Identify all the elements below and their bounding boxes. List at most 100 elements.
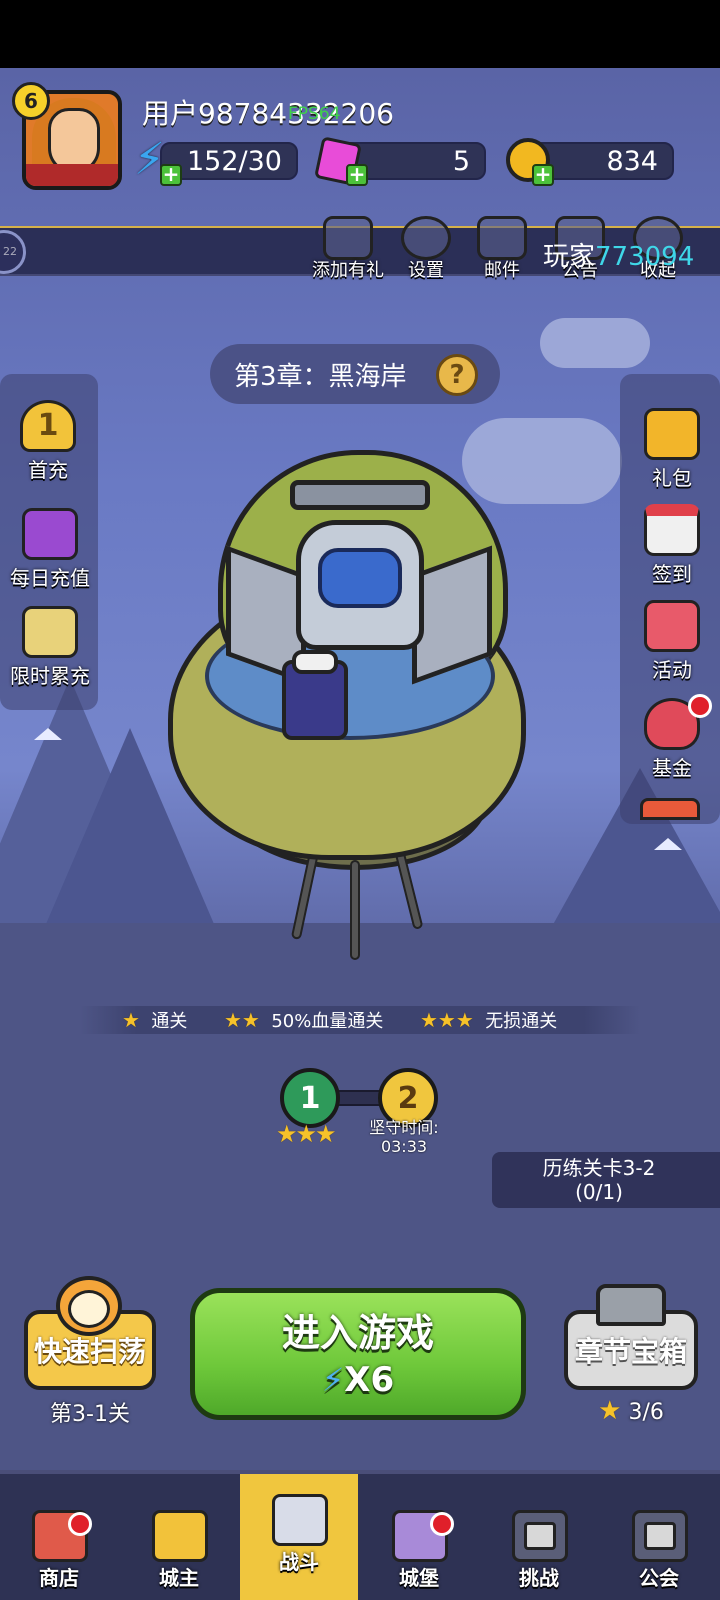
top-menu-mail[interactable]: 邮件 <box>466 216 538 282</box>
trial-stage-progress: (0/1) <box>575 1180 623 1204</box>
condition-label: 通关 <box>151 1011 188 1032</box>
enter-game-cost: ⚡X6 <box>190 1360 526 1400</box>
calendar-icon <box>644 504 700 556</box>
notice-number: 773094 <box>595 242 695 272</box>
status-bar <box>0 0 720 68</box>
star-icon: ★ <box>122 1008 140 1032</box>
cloud <box>540 318 650 368</box>
energy-cost: X6 <box>344 1360 395 1400</box>
side-item-label: 礼包 <box>652 466 692 490</box>
nav-label: 城堡 <box>399 1566 439 1590</box>
fps-counter: FPS64 <box>288 104 341 124</box>
star-condition-2: ★★ 50%血量通关 <box>224 1006 383 1034</box>
username: 用户98784332206 <box>142 97 394 130</box>
event-gift-icon <box>644 600 700 652</box>
star-icon: ★ <box>598 1396 622 1426</box>
boss-emblem <box>318 548 402 608</box>
island-root <box>350 860 360 960</box>
top-menu-label: 设置 <box>408 260 444 281</box>
energy-value: 152/30 <box>187 145 282 177</box>
condition-label: 无损通关 <box>485 1011 558 1032</box>
chapter-chest-label: 章节宝箱 <box>574 1335 687 1368</box>
star-condition-1: ★ 通关 <box>122 1006 187 1034</box>
add-energy-button[interactable]: + <box>160 164 182 186</box>
left-panel-expand-arrow[interactable] <box>34 728 62 740</box>
star-icon: ★★★ <box>420 1008 474 1032</box>
star-condition-3: ★★★ 无损通关 <box>420 1006 557 1034</box>
nav-guild[interactable]: 公会 <box>600 1474 718 1600</box>
chapter-help-button[interactable]: ? <box>436 354 478 396</box>
side-item-label: 首充 <box>28 458 68 482</box>
shop-notification-dot <box>68 1512 92 1536</box>
lock-icon <box>524 1522 556 1550</box>
chest-progress: ★ 3/6 <box>564 1396 698 1426</box>
guard-time: 坚守时间: 03:33 <box>354 1118 454 1156</box>
side-item-label: 每日充值 <box>10 566 90 590</box>
add-gold-button[interactable]: + <box>532 164 554 186</box>
side-item-label: 签到 <box>652 562 692 586</box>
crossed-swords-icon <box>272 1494 328 1546</box>
nav-label: 公会 <box>639 1566 679 1590</box>
notice-text: 玩家773094 <box>543 236 694 273</box>
castle-notification-dot <box>430 1512 454 1536</box>
top-menu-label: 邮件 <box>484 260 520 281</box>
chest-progress-value: 3/6 <box>628 1400 664 1425</box>
nav-shop[interactable]: 商店 <box>0 1474 118 1600</box>
quick-sweep-label: 快速扫荡 <box>33 1335 146 1368</box>
gold-value: 834 <box>606 145 658 177</box>
cloud <box>462 418 622 504</box>
gift-add-icon <box>323 216 373 260</box>
mail-icon <box>477 216 527 260</box>
top-menu-settings[interactable]: 设置 <box>390 216 462 282</box>
stage-node-1[interactable]: 1 <box>280 1068 340 1128</box>
nav-label: 城主 <box>159 1566 199 1590</box>
hero-head <box>292 650 338 674</box>
fund-notification-dot <box>688 694 712 718</box>
enter-game-label: 进入游戏 <box>281 1311 434 1355</box>
right-panel-expand-arrow[interactable] <box>654 838 682 850</box>
nav-label: 挑战 <box>519 1566 559 1590</box>
gear-icon <box>401 216 451 260</box>
gift-box-icon <box>644 408 700 460</box>
star-icon: ★★ <box>224 1008 260 1032</box>
notice-prefix: 玩家 <box>543 242 596 272</box>
guard-time-label: 坚守时间: <box>369 1118 439 1137</box>
trial-stage-title: 历练关卡3-2 <box>542 1156 656 1180</box>
stage-1-stars: ★★★ <box>276 1120 337 1148</box>
daily-recharge-button[interactable]: 每日充值 <box>4 508 96 591</box>
add-gem-button[interactable]: + <box>346 164 368 186</box>
avatar-cloth <box>26 164 118 186</box>
gift-box-icon-partial <box>640 798 700 820</box>
guard-time-value: 03:33 <box>380 1137 428 1156</box>
lightning-icon: ⚡ <box>321 1361 345 1399</box>
nav-lord[interactable]: 城主 <box>120 1474 238 1600</box>
lock-icon <box>644 1522 676 1550</box>
crown-icon <box>152 1510 208 1562</box>
condition-label: 50%血量通关 <box>271 1011 384 1032</box>
gift-pack-button[interactable]: 礼包 <box>626 408 718 491</box>
limited-recharge-button[interactable]: 限时累充 <box>4 606 96 689</box>
side-item-label: 基金 <box>652 756 692 780</box>
chest-icon <box>596 1284 666 1326</box>
gold-bars-icon <box>22 606 78 658</box>
nav-challenge[interactable]: 挑战 <box>480 1474 598 1600</box>
clock-face <box>68 1290 110 1328</box>
top-menu-add-gift[interactable]: 添加有礼 <box>312 216 384 282</box>
nav-label: 战斗 <box>279 1550 319 1574</box>
nav-battle[interactable]: 战斗 <box>240 1474 358 1600</box>
nav-label: 商店 <box>39 1566 79 1590</box>
treasure-chest-icon <box>22 508 78 560</box>
side-item-label: 限时累充 <box>10 664 90 688</box>
nav-castle[interactable]: 城堡 <box>360 1474 478 1600</box>
level-badge: 6 <box>12 82 50 120</box>
event-button[interactable]: 活动 <box>626 600 718 683</box>
trial-stage-text: 历练关卡3-2 (0/1) <box>492 1156 706 1204</box>
check-in-button[interactable]: 签到 <box>626 504 718 587</box>
chapter-title: 第3章：黑海岸 <box>234 361 407 392</box>
first-recharge-button[interactable]: 1 首充 <box>2 400 94 483</box>
gem-value: 5 <box>452 145 470 177</box>
side-item-label: 活动 <box>652 658 692 682</box>
boss-crest <box>290 480 430 510</box>
top-menu-label: 添加有礼 <box>312 260 384 281</box>
star-medal-icon: 1 <box>20 400 76 452</box>
